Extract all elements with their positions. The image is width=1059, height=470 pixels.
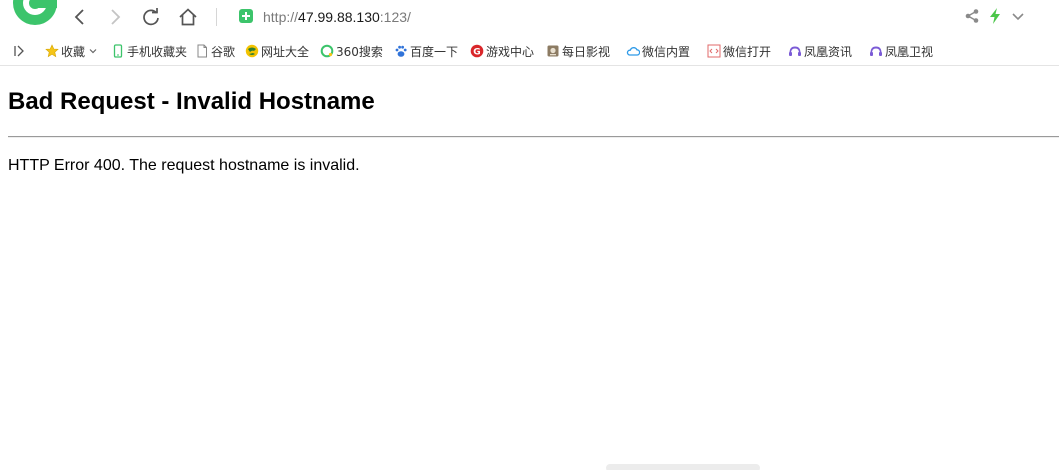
phoenix-icon (870, 46, 882, 56)
film-icon (547, 45, 559, 57)
bolt-icon[interactable] (988, 8, 1002, 24)
page-title: Bad Request - Invalid Hostname (8, 88, 375, 115)
bookmark-label: 每日影视 (562, 44, 611, 59)
game-icon: G (470, 44, 484, 57)
bookmark-phoenix-tv[interactable]: 凤凰卫视 (869, 42, 933, 60)
code-icon (707, 44, 721, 58)
horizontal-rule (8, 136, 1059, 138)
bookmark-label: 谷歌 (211, 44, 236, 59)
browser-toolbar: http://47.99.88.130:123/ (0, 0, 1059, 36)
bookmark-label: 凤凰卫视 (885, 44, 934, 59)
svg-text:G: G (473, 47, 480, 57)
phone-icon (113, 44, 123, 58)
url-path: :123/ (379, 9, 411, 25)
paw-icon (395, 45, 407, 57)
horizontal-scrollbar[interactable] (606, 464, 760, 470)
bookmark-daily-video[interactable]: 每日影视 (546, 42, 610, 60)
bookmark-label: 360搜索 (336, 44, 383, 59)
url-scheme: http:// (263, 9, 299, 25)
bookmark-bar: 收藏 手机收藏夹 谷歌 网址大全 360搜索 百度一下 G 游戏中心 每日影视 … (0, 36, 1059, 66)
back-icon (74, 9, 84, 25)
url-text[interactable]: http://47.99.88.130:123/ (263, 8, 411, 26)
bookmark-google[interactable]: 谷歌 (195, 42, 235, 60)
bookmark-label: 网址大全 (261, 44, 310, 59)
phoenix-icon (789, 46, 801, 56)
reload-icon (143, 8, 159, 26)
bookmark-mobile-favorites[interactable]: 手机收藏夹 (111, 42, 187, 60)
error-message: HTTP Error 400. The request hostname is … (8, 157, 360, 174)
home-button[interactable] (175, 4, 201, 30)
globe-icon (245, 44, 259, 58)
shield-icon[interactable] (238, 8, 254, 24)
forward-button[interactable] (102, 4, 128, 30)
bookmark-wechat-builtin[interactable]: 微信内置 (626, 42, 690, 60)
bookmark-360-search[interactable]: 360搜索 (320, 42, 383, 60)
bookmark-baidu[interactable]: 百度一下 (394, 42, 458, 60)
bookmark-label: 微信内置 (642, 44, 691, 59)
chevron-down-icon[interactable] (1010, 8, 1026, 24)
browser-logo-icon[interactable] (10, 0, 60, 28)
share-icon[interactable] (964, 8, 980, 24)
bookmark-wechat-open[interactable]: 微信打开 (707, 42, 771, 60)
bookmark-site-directory[interactable]: 网址大全 (245, 42, 309, 60)
bookmark-label: 微信打开 (723, 44, 772, 59)
bookmark-game-center[interactable]: G 游戏中心 (470, 42, 534, 60)
bookmark-favorites[interactable]: 收藏 (45, 42, 98, 60)
address-bar[interactable]: http://47.99.88.130:123/ (236, 6, 936, 28)
forward-icon (111, 9, 121, 25)
star-icon (45, 44, 59, 58)
bookmark-label: 手机收藏夹 (127, 44, 188, 59)
bookmark-phoenix-news[interactable]: 凤凰资讯 (788, 42, 852, 60)
page-icon (197, 44, 207, 58)
sidebar-toggle-icon[interactable] (12, 44, 26, 58)
chevron-down-icon (89, 49, 97, 54)
url-host: 47.99.88.130 (298, 9, 380, 25)
bookmark-label: 游戏中心 (486, 44, 535, 59)
toolbar-divider (216, 8, 217, 26)
search-icon (320, 44, 334, 58)
bookmark-label: 百度一下 (410, 44, 459, 59)
back-button[interactable] (67, 4, 93, 30)
reload-button[interactable] (138, 4, 164, 30)
cloud-icon (626, 47, 640, 56)
bookmark-label: 凤凰资讯 (804, 44, 853, 59)
bookmark-label: 收藏 (61, 44, 86, 59)
home-icon (179, 8, 197, 26)
